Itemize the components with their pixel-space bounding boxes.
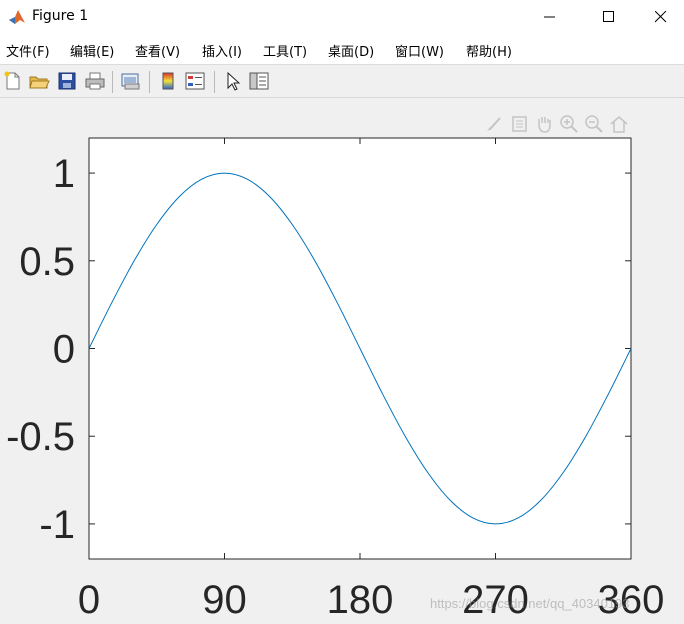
minimize-button[interactable] (527, 0, 573, 34)
insert-colorbar-button[interactable] (157, 70, 179, 92)
y-tick-label: 0.5 (19, 240, 75, 284)
menu-insert[interactable]: 插入(I) (202, 41, 242, 60)
y-tick-label: -0.5 (6, 415, 75, 459)
print-icon (85, 72, 105, 90)
toolbar-separator (214, 71, 215, 93)
link-plot-icon (121, 73, 140, 90)
link-plot-button[interactable] (120, 70, 142, 92)
menu-edit[interactable]: 编辑(E) (70, 41, 114, 60)
maximize-button[interactable] (586, 0, 632, 34)
edit-plot-pointer-icon (227, 71, 241, 91)
data-point (540, 500, 541, 501)
new-figure-button[interactable] (2, 70, 24, 92)
title-bar: Figure 1 (0, 0, 684, 34)
x-tick-label: 180 (327, 578, 394, 622)
new-figure-icon (4, 71, 20, 90)
data-point (450, 500, 451, 501)
x-tick-label: 90 (202, 578, 247, 622)
data-point (292, 224, 293, 225)
menu-window[interactable]: 窗口(W) (395, 41, 444, 60)
insert-legend-button[interactable] (184, 70, 206, 92)
data-point (246, 178, 247, 179)
data-point (472, 517, 473, 518)
data-point (427, 472, 428, 473)
window-title: Figure 1 (32, 8, 89, 24)
close-button[interactable] (638, 0, 684, 34)
y-tick-label: 0 (53, 328, 75, 372)
data-point (134, 260, 135, 261)
data-point (405, 436, 406, 437)
y-tick-label: -1 (39, 503, 75, 547)
data-point (359, 348, 360, 349)
maximize-icon (603, 11, 614, 22)
menu-file[interactable]: 文件(F) (6, 41, 50, 60)
data-point (382, 393, 383, 394)
data-point (563, 472, 564, 473)
data-point (517, 517, 518, 518)
x-tick-label: 0 (78, 578, 100, 622)
data-point (111, 302, 112, 303)
figure-toolbar (0, 65, 684, 98)
data-point (269, 196, 270, 197)
property-inspector-icon (249, 72, 269, 90)
menu-help[interactable]: 帮助(H) (466, 41, 512, 60)
insert-legend-icon (185, 72, 205, 90)
data-point (495, 523, 496, 524)
data-point (608, 393, 609, 394)
save-icon (58, 72, 76, 90)
menu-tools[interactable]: 工具(T) (263, 41, 307, 60)
menu-desktop[interactable]: 桌面(D) (328, 41, 374, 60)
minimize-icon (544, 16, 555, 18)
watermark: https://blog.csdn.net/qq_40340193 (430, 596, 630, 611)
toolbar-separator (112, 71, 113, 93)
matlab-icon (9, 10, 25, 24)
menu-view[interactable]: 查看(V) (135, 41, 180, 60)
menu-bar: 文件(F) 编辑(E) 查看(V) 插入(I) 工具(T) 桌面(D) 窗口(W… (0, 34, 684, 65)
print-button[interactable] (84, 70, 106, 92)
data-point (179, 196, 180, 197)
close-icon (655, 11, 667, 23)
data-point (88, 348, 89, 349)
data-point (224, 172, 225, 173)
figure-plot: 0 90 180 270 36010.50-0.5-1 (6, 137, 664, 622)
y-tick-label: 1 (53, 152, 75, 196)
data-point (156, 224, 157, 225)
data-point (585, 436, 586, 437)
edit-plot-button[interactable] (222, 70, 244, 92)
data-point (314, 260, 315, 261)
toolbar-separator (149, 71, 150, 93)
insert-colorbar-icon (162, 72, 174, 90)
property-inspector-button[interactable] (248, 70, 270, 92)
save-button[interactable] (56, 70, 78, 92)
open-file-icon (29, 76, 50, 89)
data-point (630, 348, 631, 349)
data-point (337, 302, 338, 303)
data-point (201, 178, 202, 179)
open-file-button[interactable] (28, 70, 50, 92)
